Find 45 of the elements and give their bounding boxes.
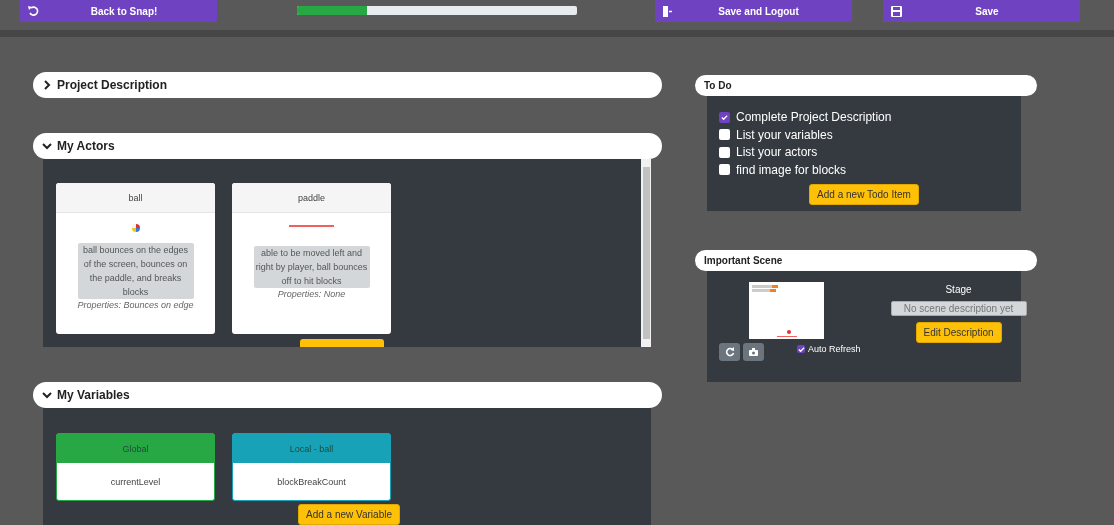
actor-description: able to be moved left and right by player, ball bounces off to hit blocks [253, 246, 370, 288]
actor-properties: Properties: None [277, 289, 346, 299]
chevron-right-icon [42, 80, 52, 90]
back-button[interactable]: Back to Snap! [20, 0, 217, 22]
chevron-down-icon [42, 390, 52, 400]
actor-name: ball [56, 183, 215, 213]
checkbox[interactable] [719, 146, 730, 158]
todo-label: List your actors [736, 145, 818, 160]
camera-button[interactable] [743, 343, 764, 361]
section-header[interactable]: Project Description [33, 72, 662, 98]
variable-scope: Local - ball [233, 434, 390, 463]
checkbox[interactable] [797, 345, 805, 353]
chevron-down-icon [42, 141, 52, 151]
actor-description: ball bounces on the edges of the screen, bounces on the paddle, and breaks blocks [77, 243, 194, 299]
scene-header: Important Scene [695, 250, 1037, 271]
actor-name: paddle [232, 183, 391, 213]
undo-icon [28, 6, 39, 16]
todo-label: List your variables [736, 127, 833, 142]
todo-label: Complete Project Description [736, 110, 892, 125]
variable-name: blockBreakCount [276, 475, 347, 489]
section-header[interactable]: My Variables [33, 382, 662, 408]
auto-refresh-label: Auto Refresh [808, 344, 861, 354]
save-logout-button[interactable]: Save and Logout [655, 0, 852, 22]
scrollbar[interactable] [641, 159, 651, 347]
checkbox[interactable] [719, 164, 730, 176]
section-header[interactable]: My Actors [33, 133, 662, 159]
todo-header: To Do [695, 75, 1037, 96]
todo-label: find image for blocks [736, 162, 847, 177]
add-variable-button[interactable]: Add a new Variable [298, 504, 400, 525]
scene-description-field[interactable]: No scene description yet [890, 301, 1027, 316]
exit-door-icon [663, 5, 673, 17]
checkbox[interactable] [719, 111, 730, 123]
edit-description-button[interactable]: Edit Description [915, 322, 1002, 343]
actor-properties: Properties: Bounces on edge [77, 300, 194, 310]
ball-sprite-icon [130, 223, 141, 233]
variable-name: currentLevel [109, 475, 162, 489]
checkbox[interactable] [719, 129, 730, 141]
refresh-icon [724, 347, 735, 357]
camera-icon [749, 348, 758, 356]
save-button[interactable]: Save [883, 0, 1080, 22]
paddle-sprite-icon [289, 225, 334, 228]
variable-scope: Global [57, 434, 214, 463]
scene-name: Stage [945, 284, 972, 295]
refresh-button[interactable] [719, 343, 740, 361]
add-todo-button[interactable]: Add a new Todo Item [809, 184, 919, 205]
